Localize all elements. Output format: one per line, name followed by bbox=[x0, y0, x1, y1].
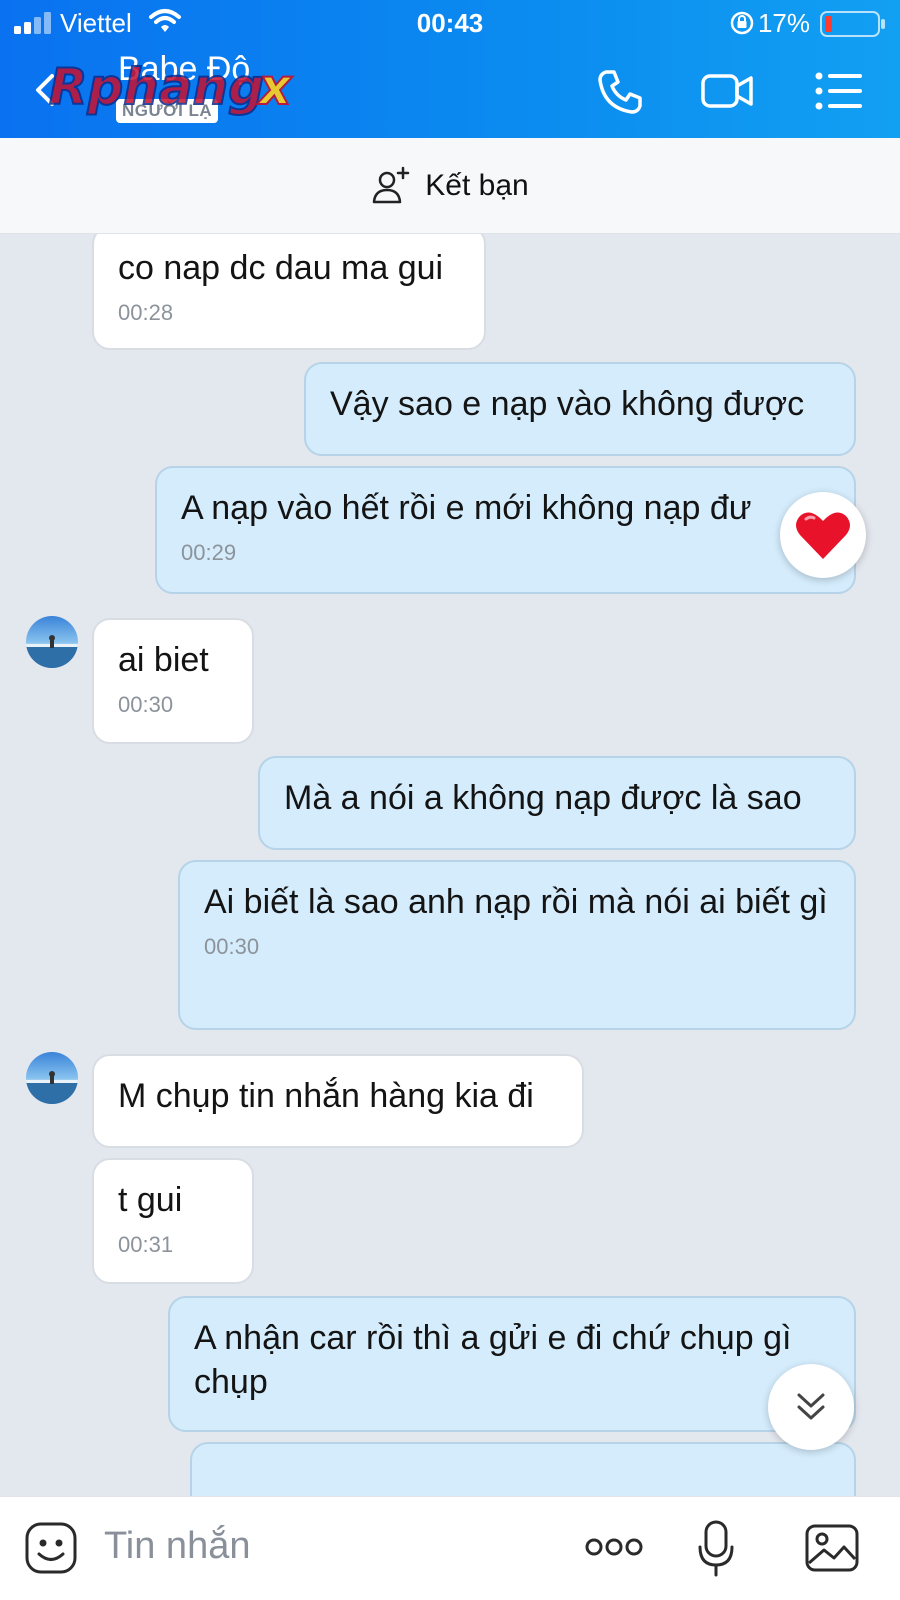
message-text: t gui bbox=[118, 1181, 183, 1219]
message-text: ai biet bbox=[118, 641, 209, 679]
scroll-to-bottom-button[interactable] bbox=[768, 1364, 854, 1450]
message-time: 00:28 bbox=[118, 300, 174, 325]
message-text: Mà a nói a không nạp được là sao bbox=[284, 779, 802, 817]
message-outgoing[interactable]: A nhận car rồi thì a gửi e đi chứ chụp g… bbox=[168, 1296, 856, 1432]
video-call-icon[interactable] bbox=[700, 64, 754, 118]
message-text: M chụp tin nhắn hàng kia đi bbox=[118, 1077, 534, 1115]
message-outgoing[interactable]: Ai biết là sao anh nạp rồi mà nói ai biế… bbox=[178, 860, 856, 1030]
message-outgoing[interactable]: A nạp vào hết rồi e mới không nạp đư 00:… bbox=[155, 466, 856, 594]
message-time: 00:31 bbox=[118, 1232, 174, 1257]
watermark-logo: Rphang x bbox=[48, 57, 294, 117]
avatar-image bbox=[26, 635, 78, 668]
message-outgoing[interactable]: Vậy sao e nạp vào không được bbox=[304, 362, 856, 456]
add-friend-label: Kết bạn bbox=[425, 168, 529, 202]
microphone-icon[interactable] bbox=[696, 1519, 736, 1579]
message-outgoing-partial[interactable] bbox=[190, 1442, 856, 1496]
message-time: 00:30 bbox=[204, 934, 260, 959]
message-time: 00:29 bbox=[181, 540, 237, 565]
avatar[interactable] bbox=[26, 616, 78, 668]
svg-text:x: x bbox=[256, 58, 293, 116]
avatar[interactable] bbox=[26, 1052, 78, 1104]
battery-percent: 17% bbox=[757, 8, 810, 38]
message-outgoing[interactable]: Mà a nói a không nạp được là sao bbox=[258, 756, 856, 850]
phone-icon[interactable] bbox=[594, 64, 648, 118]
message-text: Ai biết là sao anh nạp rồi mà nói ai biế… bbox=[204, 883, 828, 921]
message-incoming[interactable]: ai biet 00:30 bbox=[92, 618, 254, 744]
message-text: Vậy sao e nạp vào không được bbox=[330, 385, 805, 423]
add-friend-icon bbox=[373, 166, 410, 203]
battery-icon bbox=[820, 11, 885, 37]
message-incoming[interactable]: M chụp tin nhắn hàng kia đi bbox=[92, 1054, 584, 1148]
status-bar: Viettel 00:43 17% bbox=[0, 0, 900, 46]
image-gallery-icon[interactable] bbox=[804, 1523, 860, 1573]
avatar-image bbox=[26, 1071, 78, 1104]
heart-icon bbox=[796, 512, 850, 559]
message-text: co nap dc dau ma gui bbox=[118, 249, 444, 287]
message-list[interactable]: co nap dc dau ma gui 00:28 Vậy sao e nạp… bbox=[0, 234, 900, 1496]
add-friend-bar[interactable]: Kết bạn bbox=[0, 138, 900, 234]
sticker-emoji-icon[interactable] bbox=[24, 1521, 78, 1575]
composer-bar: Tin nhắn bbox=[0, 1496, 900, 1600]
reaction-heart[interactable] bbox=[780, 492, 866, 578]
message-input[interactable]: Tin nhắn bbox=[104, 1525, 250, 1568]
double-chevron-down-icon bbox=[797, 1393, 825, 1420]
menu-list-icon[interactable] bbox=[812, 64, 866, 118]
message-text: A nhận car rồi thì a gửi e đi chứ chụp g… bbox=[194, 1319, 792, 1401]
svg-text:Rphang: Rphang bbox=[49, 58, 264, 116]
message-time: 00:30 bbox=[118, 692, 174, 717]
message-text: A nạp vào hết rồi e mới không nạp đư bbox=[181, 489, 752, 527]
app-header: Viettel 00:43 17% Babe Độ NGƯỜI LẠ Rphan… bbox=[0, 0, 900, 138]
message-incoming[interactable]: co nap dc dau ma gui 00:28 bbox=[92, 234, 486, 350]
more-options-icon[interactable] bbox=[584, 1535, 644, 1559]
rotation-lock-icon bbox=[730, 11, 754, 35]
message-incoming[interactable]: t gui 00:31 bbox=[92, 1158, 254, 1284]
